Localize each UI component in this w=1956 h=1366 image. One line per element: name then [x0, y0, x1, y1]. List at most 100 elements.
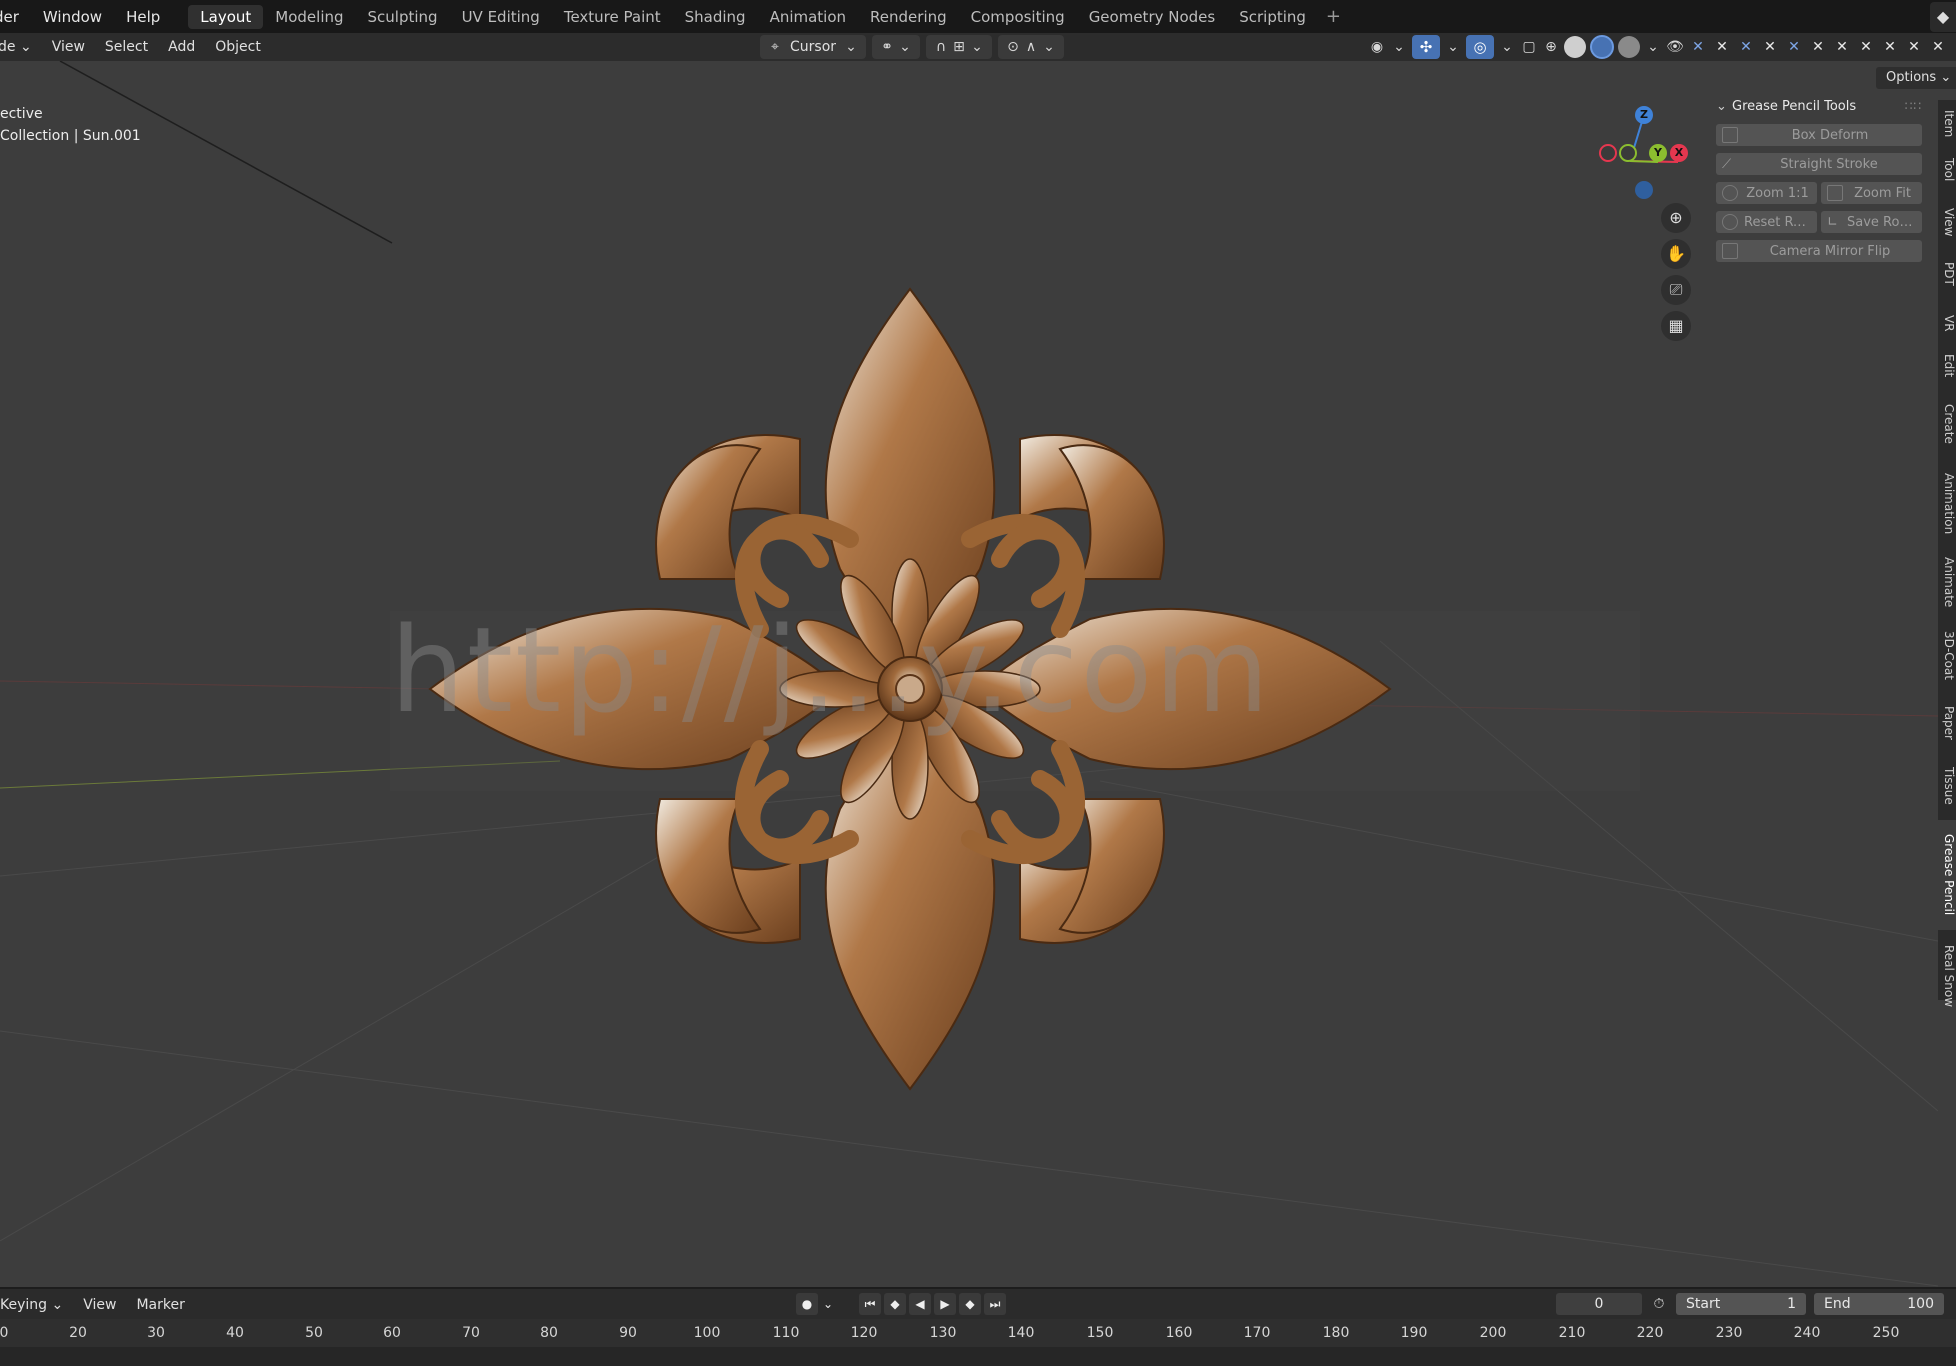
gizmo-neg-y-axis[interactable] — [1619, 144, 1637, 162]
tab-compositing[interactable]: Compositing — [959, 5, 1077, 29]
tab-shading[interactable]: Shading — [673, 5, 758, 29]
jump-start-icon[interactable]: ⏮ — [859, 1293, 881, 1315]
reset-rotation-button[interactable]: Reset Ro... — [1716, 211, 1817, 233]
chevron-down-icon[interactable]: ⌄ — [1390, 38, 1408, 56]
tab-pdt[interactable]: PDT — [1938, 256, 1956, 292]
pivot-point-dropdown[interactable]: ⌖ Cursor ⌄ — [760, 35, 867, 59]
camera-mirror-flip-button[interactable]: Camera Mirror Flip — [1716, 240, 1922, 262]
drag-grip-icon[interactable]: ∷∷ — [1905, 99, 1922, 113]
menu-window[interactable]: Window — [31, 8, 114, 26]
prev-keyframe-icon[interactable]: ◆ — [884, 1293, 906, 1315]
tab-layout[interactable]: Layout — [188, 4, 264, 29]
zoom-11-button[interactable]: Zoom 1:1 — [1716, 182, 1817, 204]
tab-real-snow[interactable]: Real Snow — [1938, 936, 1956, 1016]
tab-view[interactable]: View — [1938, 204, 1956, 240]
tab-animate[interactable]: Animate — [1938, 550, 1956, 614]
play-reverse-icon[interactable]: ◀ — [909, 1293, 931, 1315]
solid-shading-icon[interactable] — [1564, 36, 1586, 58]
3d-viewport[interactable]: ective Collection | Sun.001 http://j...y… — [0, 61, 1938, 1287]
proportional-edit-dropdown[interactable]: ⊙ ∧ ⌄ — [998, 35, 1065, 59]
snap-dropdown[interactable]: ∩ ⊞ ⌄ — [926, 35, 993, 59]
auto-keying-icon[interactable]: ● — [796, 1293, 818, 1315]
menu-object[interactable]: Object — [205, 39, 271, 55]
orientation-dropdown[interactable]: ⚭ ⌄ — [872, 35, 921, 59]
tab-paper[interactable]: Paper — [1938, 698, 1956, 748]
chevron-down-icon[interactable]: ⌄ — [1498, 38, 1516, 56]
panel-header[interactable]: ⌄ Grease Pencil Tools ∷∷ — [1716, 95, 1922, 117]
gizmo-x-axis[interactable]: X — [1670, 144, 1688, 162]
pan-hand-icon[interactable]: ✋ — [1661, 239, 1691, 269]
chevron-down-icon[interactable]: ⌄ — [821, 1293, 835, 1315]
gizmo-z-axis[interactable]: Z — [1635, 106, 1653, 124]
tab-sculpting[interactable]: Sculpting — [356, 5, 450, 29]
tab-3d-coat[interactable]: 3D-Coat — [1938, 622, 1956, 688]
material-preview-shading-icon[interactable] — [1590, 35, 1614, 59]
tab-modeling[interactable]: Modeling — [263, 5, 355, 29]
close-icon[interactable]: ✕ — [1808, 36, 1828, 58]
next-keyframe-icon[interactable]: ◆ — [959, 1293, 981, 1315]
end-frame-field[interactable]: End 100 — [1814, 1293, 1944, 1315]
tab-edit[interactable]: Edit — [1938, 348, 1956, 384]
mode-selector[interactable]: de ⌄ — [0, 39, 42, 55]
ortho-grid-icon[interactable]: ▦ — [1661, 311, 1691, 341]
tab-geometry-nodes[interactable]: Geometry Nodes — [1077, 5, 1228, 29]
tab-tissue[interactable]: Tissue — [1938, 758, 1956, 814]
close-icon[interactable]: ✕ — [1880, 36, 1900, 58]
hide-eye-icon[interactable]: 👁 — [1666, 38, 1684, 56]
tab-vr[interactable]: VR — [1938, 308, 1956, 338]
zoom-view-icon[interactable]: ⊕ — [1661, 203, 1691, 233]
camera-view-icon[interactable]: ⎚ — [1661, 275, 1691, 305]
tab-texture-paint[interactable]: Texture Paint — [552, 5, 673, 29]
tab-grease-pencil[interactable]: Grease Pencil — [1938, 820, 1956, 930]
close-icon[interactable]: ✕ — [1736, 36, 1756, 58]
timeline-track-area[interactable] — [0, 1347, 1956, 1366]
visibility-eye-icon[interactable]: ◉ — [1368, 38, 1386, 56]
close-icon[interactable]: ✕ — [1688, 36, 1708, 58]
tab-animation[interactable]: Animation — [758, 5, 858, 29]
timeline-menu-marker[interactable]: Marker — [126, 1297, 194, 1313]
xray-icon[interactable]: ▢ — [1520, 38, 1538, 56]
gizmo-toggle-button[interactable]: ✣ — [1412, 35, 1440, 59]
gizmo-y-axis[interactable]: Y — [1649, 144, 1667, 162]
current-frame-field[interactable]: 0 — [1556, 1293, 1642, 1315]
wireframe-shading-icon[interactable]: ⊕ — [1542, 38, 1560, 56]
chevron-down-icon[interactable]: ⌄ — [1644, 38, 1662, 56]
timeline-menu-view[interactable]: View — [73, 1297, 126, 1313]
jump-end-icon[interactable]: ⏭ — [984, 1293, 1006, 1315]
add-workspace-button[interactable]: + — [1318, 6, 1349, 27]
options-dropdown[interactable]: Options ⌄ — [1876, 67, 1956, 89]
play-icon[interactable]: ▶ — [934, 1293, 956, 1315]
menu-render[interactable]: der — [0, 8, 31, 26]
box-deform-button[interactable]: Box Deform — [1716, 124, 1922, 146]
tab-item[interactable]: Item — [1938, 104, 1956, 144]
close-icon[interactable]: ✕ — [1904, 36, 1924, 58]
tab-scripting[interactable]: Scripting — [1227, 5, 1318, 29]
keying-dropdown[interactable]: Keying ⌄ — [0, 1297, 73, 1313]
start-frame-field[interactable]: Start 1 — [1676, 1293, 1806, 1315]
stopwatch-icon[interactable]: ⏱ — [1650, 1295, 1668, 1313]
close-icon[interactable]: ✕ — [1760, 36, 1780, 58]
gizmo-neg-z-axis[interactable] — [1635, 181, 1653, 199]
tab-animation[interactable]: Animation — [1938, 464, 1956, 544]
close-icon[interactable]: ✕ — [1928, 36, 1948, 58]
save-rotation-button[interactable]: ∟ Save Rot... — [1821, 211, 1922, 233]
gizmo-neg-x-axis[interactable] — [1599, 144, 1617, 162]
zoom-fit-button[interactable]: Zoom Fit — [1821, 182, 1922, 204]
scene-selector-icon[interactable]: ◆ — [1930, 2, 1956, 32]
menu-help[interactable]: Help — [114, 8, 172, 26]
chevron-down-icon[interactable]: ⌄ — [1444, 38, 1462, 56]
close-icon[interactable]: ✕ — [1856, 36, 1876, 58]
close-icon[interactable]: ✕ — [1784, 36, 1804, 58]
menu-add[interactable]: Add — [158, 39, 205, 55]
rendered-shading-icon[interactable] — [1618, 36, 1640, 58]
menu-select[interactable]: Select — [95, 39, 158, 55]
close-icon[interactable]: ✕ — [1832, 36, 1852, 58]
tab-create[interactable]: Create — [1938, 396, 1956, 452]
overlays-toggle-button[interactable]: ◎ — [1466, 35, 1494, 59]
menu-view[interactable]: View — [42, 39, 95, 55]
close-icon[interactable]: ✕ — [1712, 36, 1732, 58]
straight-stroke-button[interactable]: ⟋ Straight Stroke — [1716, 153, 1922, 175]
timeline-ruler[interactable]: 0 20 30 40 50 60 70 80 90 100 110 120 13… — [0, 1319, 1956, 1347]
tab-rendering[interactable]: Rendering — [858, 5, 959, 29]
tab-tool[interactable]: Tool — [1938, 152, 1956, 188]
